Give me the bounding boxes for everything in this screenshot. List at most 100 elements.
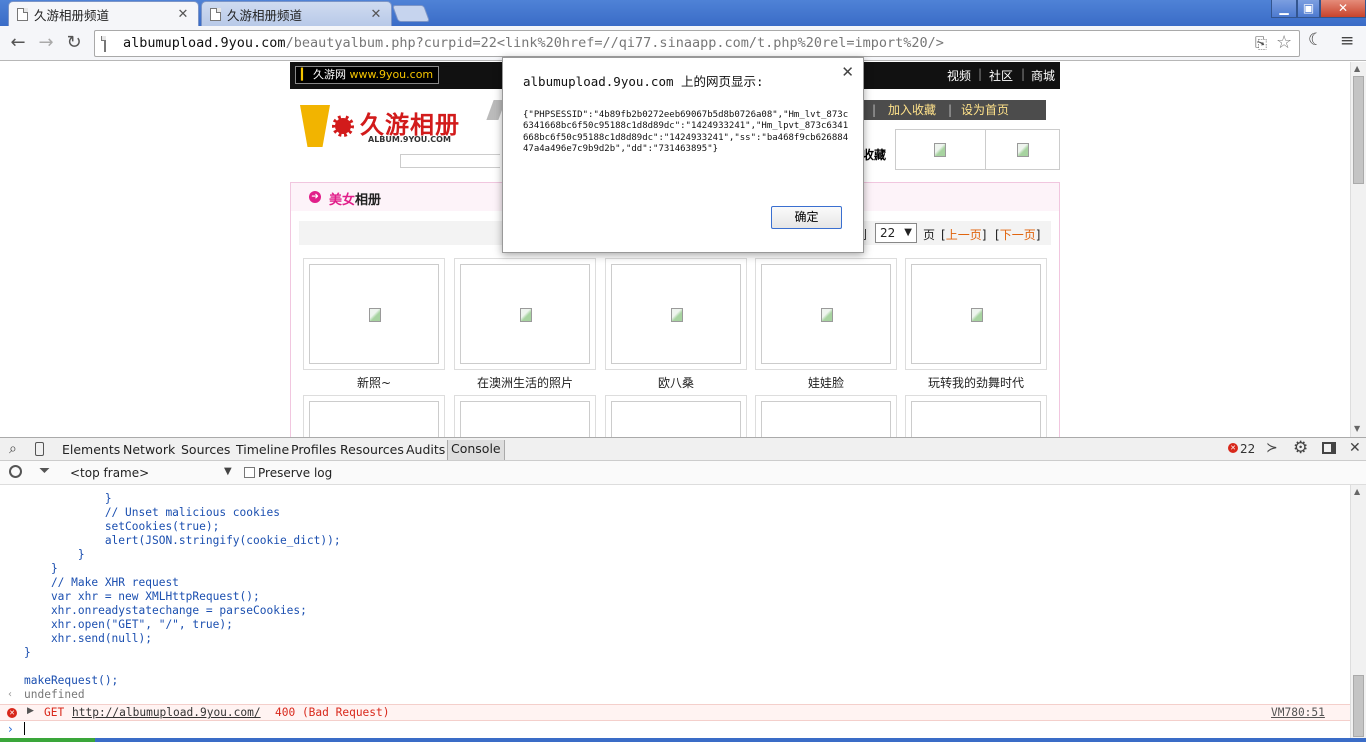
dialog-close-icon[interactable]: ✕ [841,63,854,81]
code-line: alert(JSON.stringify(cookie_dict)); [24,534,341,547]
tab-sources[interactable]: Sources [181,442,230,457]
code-line: } [24,562,58,575]
prev-page-link[interactable]: [上一页] [941,226,986,243]
tab-console[interactable]: Console [447,440,505,460]
tab-active[interactable]: 久游相册频道 ✕ [8,1,199,26]
broken-image-icon [1017,143,1029,157]
album-thumbnail[interactable] [905,395,1047,437]
minimize-button[interactable]: ▁ [1271,0,1297,18]
broken-image-icon [671,308,683,322]
page-scrollbar[interactable]: ▲ ▼ [1350,62,1366,437]
site-logo[interactable]: 久游相册 ALBUM.9YOU.COM [300,105,468,147]
tab-close-icon[interactable]: ✕ [176,7,190,22]
frame-dropdown-icon[interactable]: ▼ [224,466,232,477]
code-line: } [24,646,31,659]
forward-icon[interactable]: → [34,31,58,55]
album-caption[interactable]: 欧八桑 [605,374,747,391]
banner-image[interactable] [985,129,1060,170]
tab-title: 久游相册频道 [34,7,110,23]
close-window-button[interactable]: ✕ [1320,0,1366,18]
dialog-ok-button[interactable]: 确定 [771,206,842,229]
scroll-up-icon[interactable]: ▲ [1354,487,1360,496]
code-line: var xhr = new XMLHttpRequest(); [24,590,260,603]
album-thumbnail[interactable] [303,395,445,437]
album-caption[interactable]: 娃娃脸 [755,374,897,391]
next-page-link[interactable]: [下一页] [995,226,1040,243]
banner-image[interactable] [895,129,986,170]
tab-audits[interactable]: Audits [406,442,445,457]
start-button-strip[interactable] [0,738,95,742]
error-status: 400 (Bad Request) [275,706,390,719]
broken-image-icon [520,308,532,322]
tab-elements[interactable]: Elements [62,442,120,457]
top-link-mall[interactable]: 商城 [1031,67,1055,84]
inspect-search-icon[interactable]: ⌕ [9,441,17,457]
album-thumbnail[interactable] [755,395,897,437]
settings-gear-icon[interactable]: ⚙ [1293,438,1308,458]
error-source-link[interactable]: VM780:51 [1271,706,1325,719]
new-tab-button[interactable] [391,5,431,22]
top-link-community[interactable]: 社区 [989,67,1013,84]
extension-moon-icon[interactable]: ☾ [1308,30,1323,50]
logo-subtext: ALBUM.9YOU.COM [368,135,451,144]
album-caption[interactable]: 新照~ [303,374,445,391]
scrollbar-thumb[interactable] [1353,675,1364,737]
menu-icon[interactable]: ≡ [1340,31,1354,51]
top-link-video[interactable]: 视频 [947,67,971,84]
console-scrollbar[interactable]: ▲ [1350,485,1366,742]
reload-icon[interactable]: ↻ [62,31,86,55]
url-path: /beautyalbum.php?curpid=22<link%20href=/… [285,35,944,51]
scrollbar-thumb[interactable] [1353,76,1364,184]
tab-network[interactable]: Network [123,442,175,457]
console-error-row[interactable]: ✕ ▶ GET http://albumupload.9you.com/ 400… [0,704,1350,721]
bookmark-star-icon[interactable]: ☆ [1276,32,1292,53]
add-favorite-link[interactable]: 加入收藏 [888,100,936,120]
expand-triangle-icon[interactable]: ▶ [27,706,34,716]
translate-icon[interactable]: ⎘ [1255,34,1267,52]
code-line: // Unset malicious cookies [24,506,280,519]
console-input[interactable] [24,722,25,735]
set-homepage-link[interactable]: 设为首页 [961,100,1009,120]
close-devtools-icon[interactable]: ✕ [1349,440,1361,456]
album-thumbnail[interactable] [454,258,596,370]
album-thumbnail[interactable] [755,258,897,370]
dialog-title: albumupload.9you.com 上的网页显示: [523,74,764,89]
device-mode-icon[interactable] [35,442,44,456]
scroll-down-icon[interactable]: ▼ [1354,424,1360,433]
scroll-up-icon[interactable]: ▲ [1354,64,1360,73]
tab-resources[interactable]: Resources [340,442,404,457]
search-box[interactable] [400,154,500,168]
maximize-button[interactable]: ▣ [1297,0,1320,18]
error-count[interactable]: 22 [1240,442,1255,456]
url-text[interactable]: albumupload.9you.com/beautyalbum.php?cur… [123,35,944,51]
album-caption[interactable]: 在澳洲生活的照片 [454,374,596,391]
album-thumbnail[interactable] [605,395,747,437]
error-url-link[interactable]: http://albumupload.9you.com/ [72,706,261,719]
album-thumbnail[interactable] [454,395,596,437]
divider: | [948,103,953,117]
logo-gear-icon [332,115,354,137]
back-icon[interactable]: ← [6,31,30,55]
tab-timeline[interactable]: Timeline [236,442,289,457]
tab-profiles[interactable]: Profiles [291,442,336,457]
brand-bar-icon: ▎ [301,68,310,81]
preserve-log-checkbox[interactable] [244,467,255,478]
error-icon[interactable]: ✕ [1228,443,1238,453]
album-thumbnail[interactable] [303,258,445,370]
code-line: setCookies(true); [24,520,220,533]
tab-close-icon[interactable]: ✕ [369,7,383,22]
album-thumbnail[interactable] [605,258,747,370]
dock-side-icon[interactable] [1322,442,1336,454]
drawer-toggle-icon[interactable]: ≻ [1266,440,1278,456]
frame-select[interactable]: <top frame> [70,466,149,480]
collect-label[interactable]: 收藏 [862,146,886,163]
filter-funnel-icon[interactable]: ⏷ [39,463,50,479]
page-word: 页 [923,228,936,242]
address-bar[interactable]: albumupload.9you.com/beautyalbum.php?cur… [94,30,1300,57]
album-caption[interactable]: 玩转我的劲舞时代 [905,374,1047,391]
tab-inactive[interactable]: 久游相册频道 ✕ [201,1,392,26]
brand-badge[interactable]: ▎ 久游网 www.9you.com [295,66,440,84]
clear-console-icon[interactable] [9,465,22,478]
page-select[interactable]: 22 ▼ [875,223,917,243]
album-thumbnail[interactable] [905,258,1047,370]
